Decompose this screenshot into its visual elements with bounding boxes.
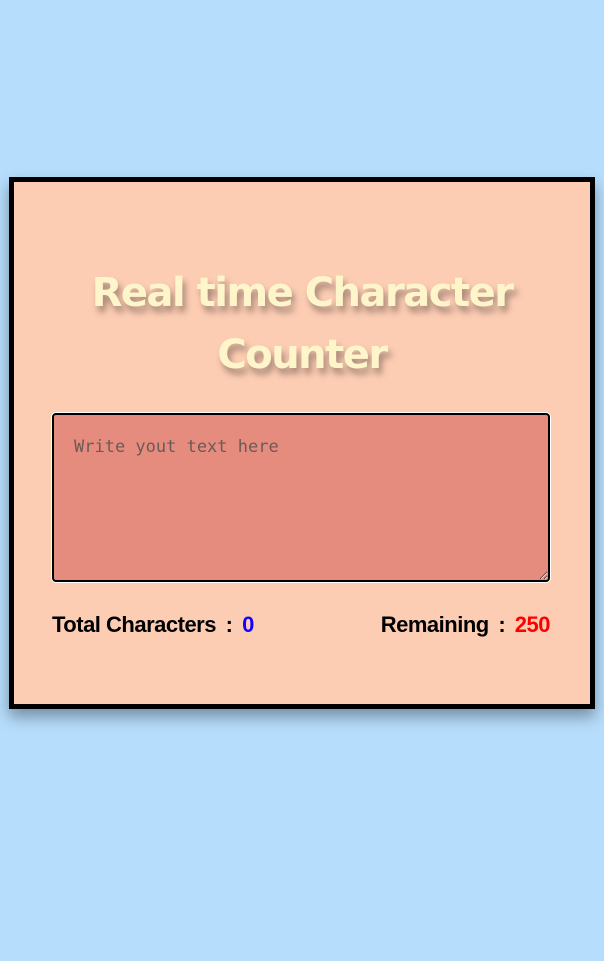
- page-title: Real time Character Counter: [14, 262, 590, 386]
- remaining-label: Remaining: [380, 612, 489, 637]
- remaining-counter: Remaining : 250: [380, 612, 551, 638]
- title-line-2: Counter: [217, 332, 388, 378]
- total-characters-value: 0: [242, 612, 254, 637]
- total-characters-counter: Total Characters : 0: [52, 612, 254, 638]
- total-characters-separator: :: [225, 612, 233, 637]
- title-line-1: Real time Character: [91, 270, 514, 316]
- remaining-separator: :: [498, 612, 506, 637]
- text-input-container: [52, 413, 550, 582]
- counter-card: Real time Character Counter Total Charac…: [9, 177, 595, 709]
- text-input[interactable]: [52, 413, 550, 582]
- counter-row: Total Characters : 0 Remaining : 250: [52, 610, 551, 640]
- total-characters-label: Total Characters: [52, 612, 216, 637]
- remaining-value: 250: [514, 612, 551, 637]
